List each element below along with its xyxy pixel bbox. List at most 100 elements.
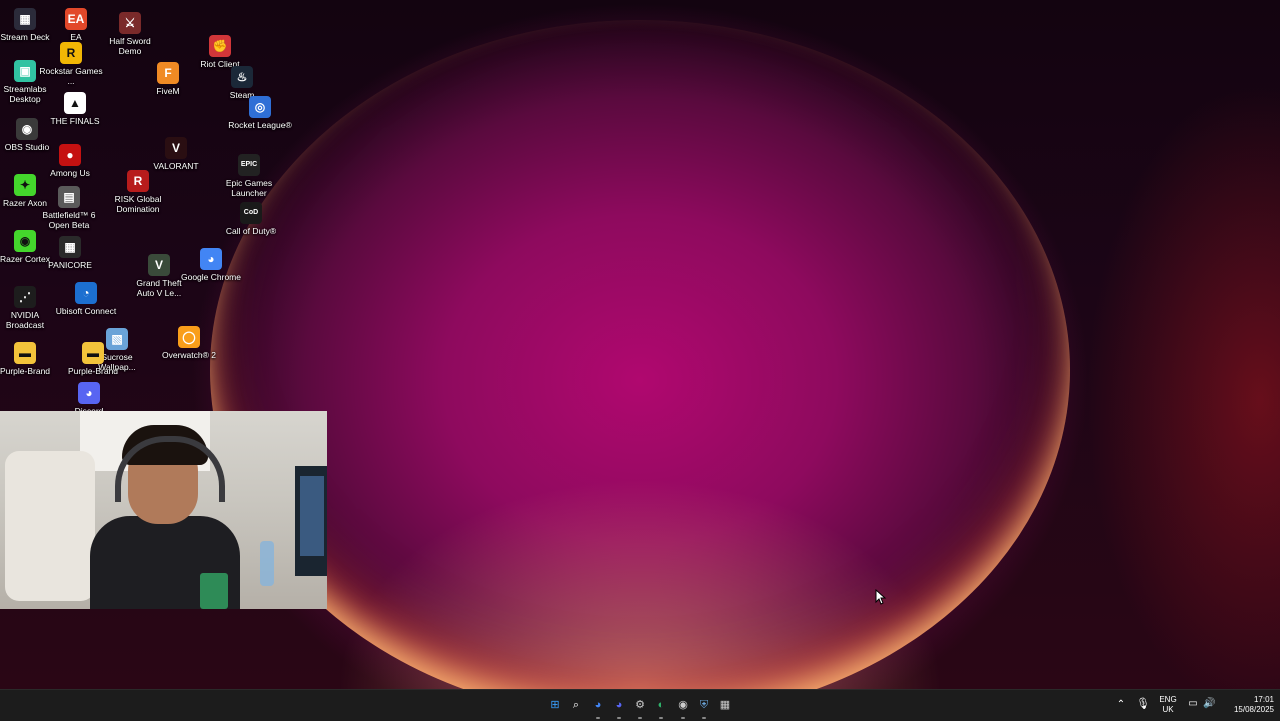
windows-start-icon: ⊞	[550, 699, 560, 711]
desktop-icon-label: NVIDIA Broadcast	[5, 310, 45, 330]
desktop-icon-folder[interactable]: ▬ Purple-Brand	[0, 342, 57, 376]
volume-icon[interactable]: 🔊	[1203, 699, 1215, 709]
epic-games-icon: EPIC	[238, 154, 260, 176]
desktop-icon-among-us[interactable]: ● Among Us	[38, 144, 102, 178]
tray-overflow-chevron-icon[interactable]: ⌃	[1115, 700, 1127, 710]
chrome-icon: ◕	[200, 248, 222, 270]
folder-icon: ▬	[14, 342, 36, 364]
desktop-icon-ubisoft[interactable]: ◔ Ubisoft Connect	[54, 282, 118, 316]
folder-icon: ▬	[82, 342, 104, 364]
chrome-icon: ◕	[594, 699, 602, 711]
edge-icon: ◐	[657, 699, 665, 711]
riot-client-icon: ✊	[209, 35, 231, 57]
language-line2: UK	[1162, 705, 1174, 714]
desktop-icon-chrome[interactable]: ◕ Google Chrome	[179, 248, 243, 282]
half-sword-icon: ⚔	[119, 12, 141, 34]
taskbar-nvidia-button[interactable]: ▦	[716, 696, 734, 714]
taskbar-running-indicator	[638, 717, 642, 719]
taskbar-defender-button[interactable]: ⛨	[695, 696, 713, 714]
desktop-icon-label: Purple-Brand	[67, 366, 119, 376]
desktop-icon-label: Ubisoft Connect	[55, 306, 117, 316]
search-icon: ⌕	[572, 699, 580, 711]
taskbar-running-indicator	[617, 717, 621, 719]
desktop-icon-battlefield[interactable]: ▤ Battlefield™ 6 Open Beta	[37, 186, 101, 230]
desktop-icon-label: Purple-Brand	[0, 366, 51, 376]
desktop-icon-half-sword[interactable]: ⚔ Half Sword Demo	[98, 12, 162, 56]
fivem-icon: F	[157, 62, 179, 84]
ea-icon: EA	[65, 8, 87, 30]
discord-icon: ◕	[78, 382, 100, 404]
taskbar: ⊞ ⌕ ◕ ◕ ⚙ ◐ ◉ ⛨ ▦ ⌃ 🎙 ENG UK ▭ 🔊 17:01 15/08/202…	[0, 689, 1280, 721]
desktop-icon-label: PANICORE	[48, 260, 92, 270]
obs-icon: ◉	[16, 118, 38, 140]
taskbar-start-button[interactable]: ⊞	[546, 696, 564, 714]
razer-cortex-icon: ◉	[14, 230, 36, 252]
rockstar-icon: R	[60, 42, 82, 64]
desktop-icon-label: Epic Games Launcher	[225, 178, 273, 198]
webcam-cup	[200, 573, 228, 609]
webcam-bottle	[260, 541, 274, 586]
network-icon[interactable]: ▭	[1187, 699, 1199, 709]
valorant-icon: V	[165, 137, 187, 159]
taskbar-running-indicator	[659, 717, 663, 719]
gta-v-icon: V	[148, 254, 170, 276]
ubisoft-icon: ◔	[75, 282, 97, 304]
taskbar-obs-button[interactable]: ◉	[674, 696, 692, 714]
rocket-league-icon: ◎	[249, 96, 271, 118]
shield-icon: ⛨	[699, 699, 709, 711]
webcam-monitor-screen	[300, 476, 324, 556]
steam-icon: ♨	[231, 66, 253, 88]
panicore-icon: ▦	[59, 236, 81, 258]
desktop-icon-epic-games[interactable]: EPIC Epic Games Launcher	[217, 154, 281, 198]
desktop-icon-risk[interactable]: R RISK Global Domination	[106, 170, 170, 214]
stream-deck-icon: ▦	[14, 8, 36, 30]
discord-icon: ◕	[615, 699, 623, 711]
clock[interactable]: 17:01 15/08/2025	[1222, 695, 1274, 715]
taskbar-search-button[interactable]: ⌕	[567, 696, 585, 714]
desktop-icon-label: Overwatch® 2	[162, 350, 216, 360]
desktop-icon-steam[interactable]: ♨ Steam	[210, 66, 274, 100]
desktop-icon-label: Rocket League®	[228, 120, 292, 130]
language-indicator[interactable]: ENG UK	[1156, 695, 1180, 715]
battlefield-icon: ▤	[58, 186, 80, 208]
clock-time: 17:01	[1253, 695, 1274, 704]
call-of-duty-icon: CoD	[240, 202, 262, 224]
taskbar-chrome-button[interactable]: ◕	[589, 696, 607, 714]
desktop-icon-fivem[interactable]: F FiveM	[136, 62, 200, 96]
taskbar-settings-button[interactable]: ⚙	[631, 696, 649, 714]
desktop-icon-label: RISK Global Domination	[114, 194, 162, 214]
desktop-icon-call-of-duty[interactable]: CoD Call of Duty®	[219, 202, 283, 236]
webcam-overlay	[0, 411, 327, 609]
desktop-icon-label: Half Sword Demo	[109, 36, 151, 56]
razer-axon-icon: ✦	[14, 174, 36, 196]
desktop-icon-overwatch[interactable]: ◯ Overwatch® 2	[157, 326, 221, 360]
desktop-icon-label: Call of Duty®	[225, 226, 277, 236]
taskbar-running-indicator	[702, 717, 706, 719]
desktop-icon-label: Battlefield™ 6 Open Beta	[42, 210, 96, 230]
desktop-icon-valorant[interactable]: V VALORANT	[144, 137, 208, 171]
desktop-icon-rocket-league[interactable]: ◎ Rocket League®	[228, 96, 292, 130]
streamlabs-icon: ▣	[14, 60, 36, 82]
desktop-icon-folder[interactable]: ▬ Purple-Brand	[61, 342, 125, 376]
desktop-icon-panicore[interactable]: ▦ PANICORE	[38, 236, 102, 270]
desktop-icon-nvidia-broadcast[interactable]: ⋰ NVIDIA Broadcast	[0, 286, 57, 330]
desktop-icon-label: Google Chrome	[180, 272, 241, 282]
wallpaper-ring	[210, 20, 1070, 720]
the-finals-icon: ▲	[64, 92, 86, 114]
overwatch-icon: ◯	[178, 326, 200, 348]
desktop-icon-label: FiveM	[156, 86, 180, 96]
webcam-chair	[5, 451, 95, 601]
risk-icon: R	[127, 170, 149, 192]
taskbar-running-indicator	[681, 717, 685, 719]
among-us-icon: ●	[59, 144, 81, 166]
taskbar-discord-button[interactable]: ◕	[610, 696, 628, 714]
nvidia-icon: ▦	[719, 699, 731, 711]
taskbar-edge-button[interactable]: ◐	[652, 696, 670, 714]
gear-icon: ⚙	[635, 699, 645, 711]
taskbar-running-indicator	[596, 717, 600, 719]
obs-icon: ◉	[678, 699, 688, 711]
mouse-cursor-icon	[875, 589, 887, 605]
microphone-icon[interactable]: 🎙	[1136, 699, 1150, 710]
nvidia-broadcast-icon: ⋰	[14, 286, 36, 308]
clock-date: 15/08/2025	[1233, 705, 1274, 714]
